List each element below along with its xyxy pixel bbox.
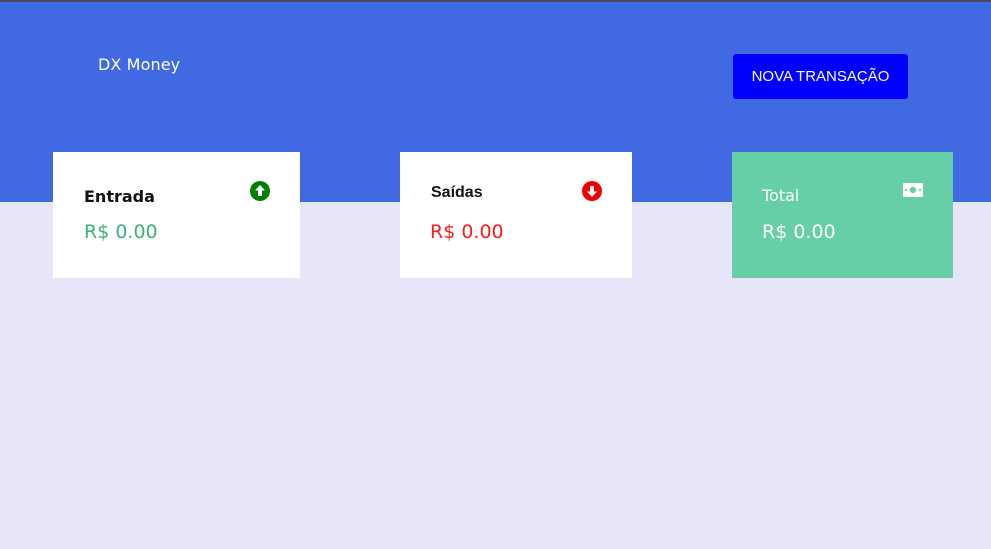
outcome-card: Saídas R$ 0.00 [400, 152, 632, 278]
outcome-card-title: Saídas [431, 184, 483, 201]
income-card-value: R$ 0.00 [84, 221, 158, 243]
money-bill-icon [903, 183, 923, 197]
total-card-title: Total [762, 186, 800, 205]
total-card-value: R$ 0.00 [762, 221, 836, 243]
brand-logo-text: DX Money [98, 55, 181, 74]
new-transaction-button[interactable]: NOVA TRANSAÇÃO [733, 54, 908, 99]
outcome-card-value: R$ 0.00 [430, 221, 504, 243]
arrow-down-circle-icon [582, 181, 602, 201]
arrow-up-circle-icon [250, 181, 270, 201]
total-card: Total R$ 0.00 [732, 152, 953, 278]
income-card-title: Entrada [84, 187, 155, 206]
income-card: Entrada R$ 0.00 [53, 152, 300, 278]
